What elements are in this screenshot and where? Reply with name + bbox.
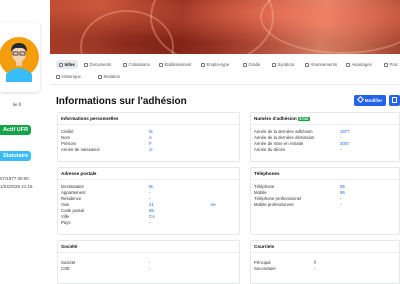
tab-syndicat[interactable]: Syndicat	[272, 60, 294, 69]
tab-grade[interactable]: Grade	[243, 60, 260, 69]
tab-documents[interactable]: Documents	[84, 60, 111, 69]
tabs-divider	[50, 84, 400, 85]
field-row: Année du décès -	[254, 147, 342, 152]
tab-etablissement[interactable]: Établissement	[159, 60, 192, 69]
page-title: Informations sur l'adhésion	[56, 96, 187, 107]
modify-button[interactable]: Modifier	[354, 95, 386, 106]
card-postal-address: Adresse postale Destinataire M. Apparteme…	[57, 167, 240, 235]
card-personal-info: Informations personnelles Civilité M Nom A…	[57, 112, 240, 162]
card-divider	[251, 252, 399, 253]
card-divider	[58, 124, 239, 125]
card-title: Société	[61, 244, 78, 249]
document-icon	[392, 96, 397, 103]
card-divider	[251, 179, 399, 180]
field-row: CSE -	[61, 266, 151, 271]
card-title: Informations personnelles	[61, 116, 119, 121]
building-icon	[159, 62, 163, 67]
edit-icon	[356, 95, 364, 104]
tab-proc[interactable]: Proc	[384, 60, 398, 69]
member-email-fragment: lie.fr	[13, 102, 22, 107]
tab-mutation[interactable]: Mutation	[98, 72, 120, 81]
document-icon	[84, 62, 88, 67]
card-title: Adresse postale	[61, 171, 97, 176]
briefcase-icon	[201, 62, 205, 67]
user-avatar-icon	[0, 37, 39, 82]
flag-icon	[272, 62, 276, 67]
gift-icon	[346, 62, 350, 67]
tab-avantages[interactable]: Avantages	[346, 60, 372, 69]
mutation-icon	[98, 74, 102, 79]
card-title: Courriels	[254, 244, 275, 249]
card-emails: Courriels Principal fl Secondaire -	[250, 240, 400, 284]
card-title: Numéro d'adhésion 97161	[254, 116, 311, 121]
coin-icon	[123, 62, 127, 67]
extra-action-button[interactable]	[389, 95, 400, 106]
card-membership: Numéro d'adhésion 97161 Année de la derni…	[250, 112, 400, 162]
tab-cotisations[interactable]: Cotisations	[123, 60, 150, 69]
card-divider	[251, 124, 399, 125]
tab-emploi-type[interactable]: Emploi-type	[201, 60, 229, 69]
field-row: Pays -	[61, 220, 151, 225]
profile-banner	[0, 0, 400, 84]
info-icon	[59, 62, 63, 67]
membership-number-badge: 97161	[297, 116, 311, 121]
procedure-icon	[384, 62, 388, 67]
field-row: Année de naissance 1!	[61, 147, 153, 152]
card-company: Société Société - CSE -	[57, 240, 240, 284]
status-badge-statutaire: Statutaire	[0, 151, 32, 161]
subscription-icon	[305, 62, 309, 67]
updated-date: 1/04/2025 21:16	[0, 184, 33, 189]
history-icon	[56, 74, 60, 79]
status-badge-actif: Actif UFR	[0, 125, 32, 135]
tab-historique[interactable]: Historique	[56, 72, 81, 81]
avatar	[0, 22, 40, 92]
created-date: 07/1977 00:00	[0, 176, 29, 181]
tab-infos[interactable]: Infos	[56, 60, 78, 69]
field-row: Secondaire -	[254, 266, 316, 271]
card-phones: Téléphones Téléphone 05 Mobile 06 Téléphon…	[250, 167, 400, 235]
card-divider	[58, 179, 239, 180]
tab-abonnements[interactable]: Abonnements	[305, 60, 337, 69]
card-title: Téléphones	[254, 171, 280, 176]
card-divider	[58, 252, 239, 253]
grade-icon	[243, 62, 247, 67]
field-row: Mobile professionnel -	[254, 202, 342, 207]
